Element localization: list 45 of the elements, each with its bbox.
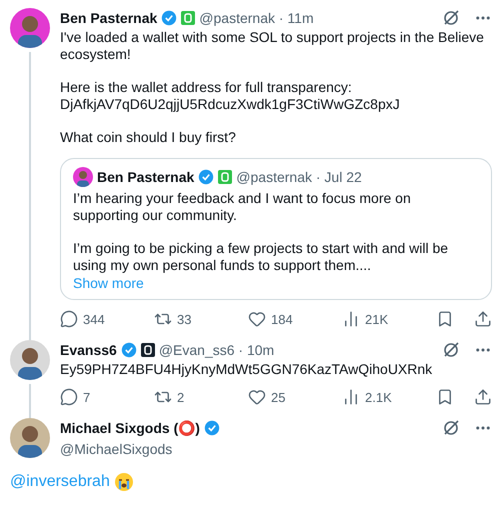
verified-badge-icon <box>120 342 137 358</box>
tweet-text: I’m hearing your feedback and I want to focus more on supporting our community. <box>73 190 411 223</box>
share-button[interactable] <box>474 388 492 406</box>
heart-icon <box>248 388 266 406</box>
avatar[interactable] <box>10 340 50 380</box>
crying-face-icon <box>114 472 134 492</box>
display-name[interactable]: Michael Sixgods (⭕) <box>60 420 200 436</box>
slashed-circle-icon[interactable] <box>442 419 460 437</box>
quoted-tweet-card[interactable] <box>60 158 492 300</box>
slashed-circle-icon[interactable] <box>442 341 460 359</box>
verified-badge-icon <box>204 420 220 436</box>
like-button[interactable]: 25 <box>248 388 318 406</box>
speech-bubble-icon <box>60 310 78 328</box>
username-and-time: @pasternak · Jul 22 <box>236 169 362 185</box>
tweet-text: Here is the wallet address for full transparency: DjAfkjAV7qD6U2qjjU5RdcuzXwdk1gF3CtiWwGZc8pxJ <box>60 79 400 112</box>
views-button[interactable]: 21K <box>342 310 412 328</box>
bookmark-button[interactable] <box>436 310 454 328</box>
slashed-circle-icon[interactable] <box>442 9 460 27</box>
display-name[interactable]: Evanss6 <box>60 342 117 358</box>
verified-badge-icon <box>161 10 178 26</box>
username-and-time: @Evan_ss6 · 10m <box>158 342 274 358</box>
reply-button[interactable]: 344 <box>60 310 130 328</box>
repost-button[interactable]: 33 <box>154 310 224 328</box>
avatar[interactable] <box>73 167 93 187</box>
speech-bubble-icon <box>60 388 78 406</box>
tweet-text: What coin should I buy first? <box>60 129 236 145</box>
reply-button[interactable]: 7 <box>60 388 130 406</box>
username[interactable]: @MichaelSixgods <box>60 441 492 457</box>
username-and-time: @pasternak · 11m <box>199 10 314 26</box>
bookmark-button[interactable] <box>436 388 454 406</box>
views-button[interactable]: 2.1K <box>342 388 412 406</box>
display-name: Ben Pasternak <box>97 169 194 185</box>
heart-icon <box>248 310 266 328</box>
like-button[interactable]: 184 <box>248 310 318 328</box>
avatar[interactable] <box>10 418 50 458</box>
share-button[interactable] <box>474 310 492 328</box>
avatar[interactable] <box>10 8 50 48</box>
display-name[interactable]: Ben Pasternak <box>60 10 158 26</box>
repost-button[interactable]: 2 <box>154 388 224 406</box>
verified-badge-icon <box>198 169 214 185</box>
bar-chart-icon <box>342 310 360 328</box>
tweet-text: Ey59PH7Z4BFU4HjyKnyMdWt5GGN76KazTAwQihoUXRnk <box>60 361 432 377</box>
bar-chart-icon <box>342 388 360 406</box>
tweet-text: I've loaded a wallet with some SOL to support projects in the Believe ecosystem! <box>60 29 484 62</box>
tweet-text: I’m going to be picking a few projects to start with and will be using my own personal funds to support them.... <box>73 240 448 273</box>
